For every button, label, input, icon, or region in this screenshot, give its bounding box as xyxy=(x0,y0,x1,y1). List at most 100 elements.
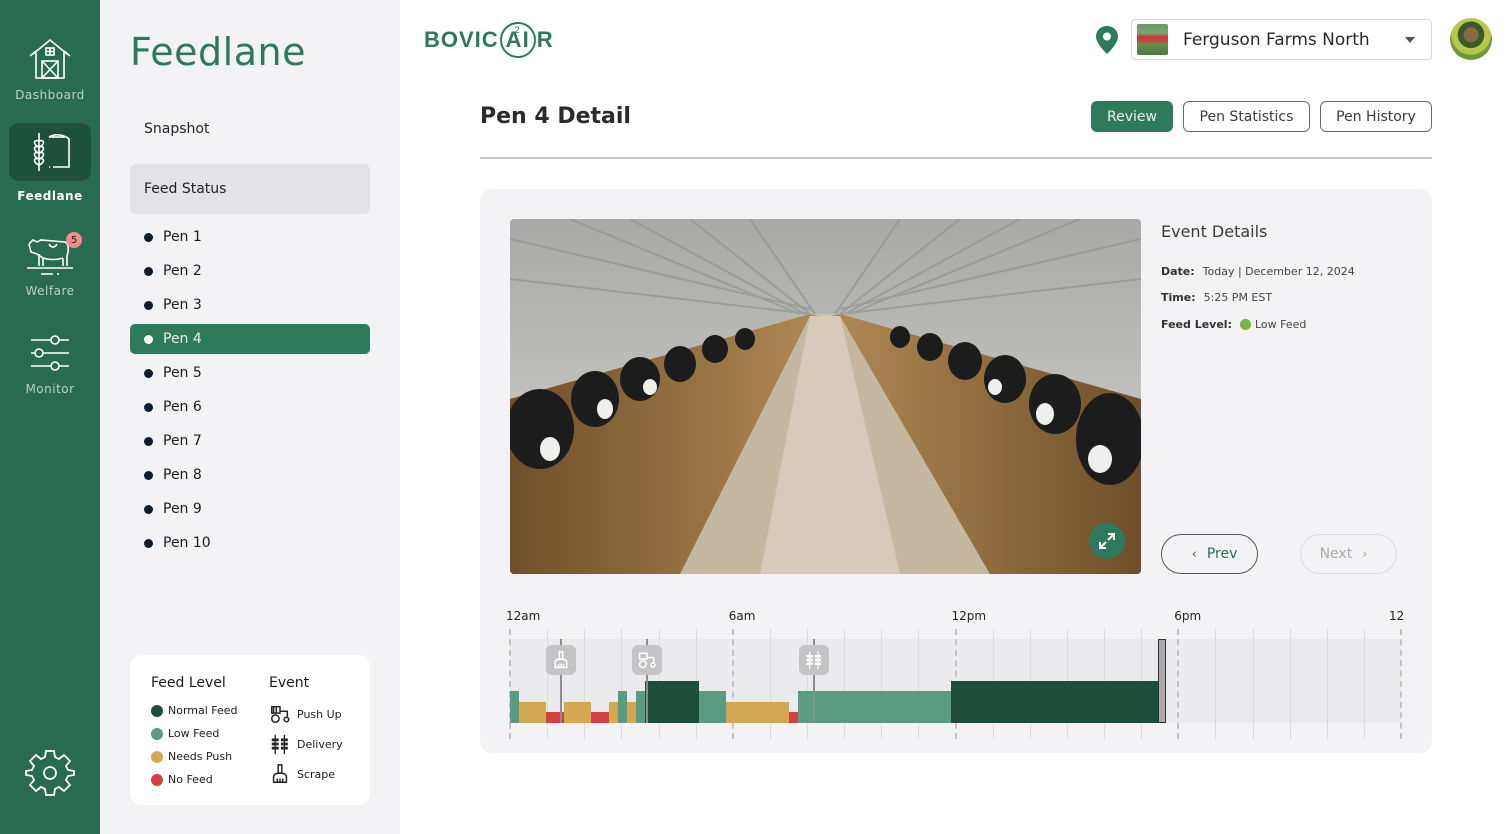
pen-item-4[interactable]: Pen 4 xyxy=(130,324,370,354)
status-dot xyxy=(144,538,153,548)
pen-item-8[interactable]: Pen 8 xyxy=(130,460,370,490)
gear-icon[interactable] xyxy=(25,748,75,798)
tab-pen-statistics[interactable]: Pen Statistics xyxy=(1183,101,1310,132)
feed-segment-push[interactable] xyxy=(609,702,619,723)
timeline-tick-label: 12 xyxy=(1389,609,1405,623)
pen-label: Pen 9 xyxy=(163,501,202,517)
feed-segment-push[interactable] xyxy=(626,702,637,723)
status-dot xyxy=(144,334,153,344)
pen-label: Pen 2 xyxy=(163,263,202,279)
rail-item-monitor[interactable]: Monitor xyxy=(9,322,91,410)
section-title: Feedlane xyxy=(130,30,306,74)
bovicair-logo: BOVIC 2AI R xyxy=(424,20,554,60)
feedlane-camera-image[interactable] xyxy=(510,219,1141,574)
feed-segment-push[interactable] xyxy=(563,702,591,723)
feed-segment-normal[interactable] xyxy=(950,681,1160,723)
nav-link-snapshot[interactable]: Snapshot xyxy=(130,104,370,154)
swatch-push xyxy=(151,750,163,763)
chevron-right-icon: › xyxy=(1362,546,1368,562)
expand-image-button[interactable] xyxy=(1089,523,1125,559)
legend-item-push: Needs Push xyxy=(151,745,269,768)
rail-label: Dashboard xyxy=(15,88,85,102)
timeline-gridline xyxy=(1252,629,1254,739)
feed-level-dot xyxy=(1239,319,1251,330)
next-label: Next xyxy=(1319,546,1353,562)
pen-item-2[interactable]: Pen 2 xyxy=(130,256,370,286)
barn-icon xyxy=(29,38,71,79)
feed-segment-normal[interactable] xyxy=(645,681,699,723)
app-root: Dashboard Feedlane Welfare 5 Monitor Fee… xyxy=(0,0,1512,834)
next-button[interactable]: Next › xyxy=(1300,534,1397,574)
logo-text: BOVIC xyxy=(424,27,499,52)
wheat-icon xyxy=(271,734,288,755)
legend-label: Scrape xyxy=(297,767,336,781)
pen-label: Pen 7 xyxy=(163,433,202,449)
pen-label: Pen 6 xyxy=(163,399,202,415)
pen-label: Pen 8 xyxy=(163,467,202,483)
feed-segment-none[interactable] xyxy=(789,712,799,723)
tractor-icon xyxy=(638,652,656,669)
legend-title: Feed Level xyxy=(151,675,226,691)
timeline-tick-label: 12am xyxy=(506,609,541,623)
feed-segment-low[interactable] xyxy=(698,691,727,723)
pen-item-3[interactable]: Pen 3 xyxy=(130,290,370,320)
pen-item-10[interactable]: Pen 10 xyxy=(130,528,370,558)
rail-item-dashboard[interactable]: Dashboard xyxy=(9,28,91,116)
prev-button[interactable]: ‹ Prev xyxy=(1161,534,1258,574)
wheat-icon xyxy=(806,651,822,670)
farm-thumbnail xyxy=(1137,24,1168,55)
legend-label: No Feed xyxy=(168,773,213,786)
event-time: Time: 5:25 PM EST xyxy=(1161,291,1272,304)
feed-icon xyxy=(33,133,70,171)
rail-item-feedlane[interactable]: Feedlane xyxy=(9,123,91,203)
pen-item-9[interactable]: Pen 9 xyxy=(130,494,370,524)
feed-level-value: Low Feed xyxy=(1254,318,1307,331)
feed-segment-low[interactable] xyxy=(636,691,646,723)
pen-item-7[interactable]: Pen 7 xyxy=(130,426,370,456)
event-marker-scrape[interactable] xyxy=(545,645,576,675)
legend-label: Low Feed xyxy=(168,727,220,740)
timeline-gridline xyxy=(1289,629,1291,739)
timeline-tick-label: 6am xyxy=(728,609,756,623)
feed-segment-low[interactable] xyxy=(618,691,627,723)
legend-item-none: No Feed xyxy=(151,768,269,791)
swatch-none xyxy=(151,773,163,786)
timeline-scrubber-handle[interactable] xyxy=(1157,639,1166,723)
timeline-gridline xyxy=(1363,629,1365,739)
status-dot xyxy=(144,368,153,378)
main-rail: Dashboard Feedlane Welfare 5 Monitor xyxy=(0,0,100,834)
feed-segment-push[interactable] xyxy=(726,702,790,723)
tab-review[interactable]: Review xyxy=(1091,101,1173,132)
broom-icon xyxy=(554,650,568,669)
date-value: Today | December 12, 2024 xyxy=(1202,265,1355,278)
swatch-low xyxy=(151,727,163,740)
pen-label: Pen 4 xyxy=(163,331,202,347)
rail-label: Feedlane xyxy=(17,189,83,203)
feed-segment-low[interactable] xyxy=(798,691,951,723)
legend-item-low: Low Feed xyxy=(151,722,269,745)
status-dot xyxy=(144,436,153,446)
event-marker-pushup[interactable] xyxy=(631,645,662,675)
rail-label: Monitor xyxy=(25,382,75,396)
timeline-tick-label: 6pm xyxy=(1174,609,1202,623)
event-details-title: Event Details xyxy=(1161,222,1268,241)
nav-link-feed-status[interactable]: Feed Status xyxy=(130,164,370,214)
feed-segment-low[interactable] xyxy=(510,691,520,723)
pen-detail-card: Event Details Date: Today | December 12, … xyxy=(480,189,1432,753)
user-avatar[interactable] xyxy=(1450,18,1492,60)
event-marker-delivery[interactable] xyxy=(799,645,830,675)
pen-item-6[interactable]: Pen 6 xyxy=(130,392,370,422)
legend-title: Event xyxy=(269,675,310,691)
tab-pen-history[interactable]: Pen History xyxy=(1320,101,1432,132)
pen-item-5[interactable]: Pen 5 xyxy=(130,358,370,388)
feed-segment-none[interactable] xyxy=(590,712,610,723)
legend-label: Needs Push xyxy=(168,750,233,763)
feed-segment-push[interactable] xyxy=(519,702,546,723)
farm-selector[interactable]: Ferguson Farms North xyxy=(1131,19,1432,60)
feed-level-label: Feed Level: xyxy=(1161,318,1232,331)
chevron-down-icon xyxy=(1405,36,1415,43)
pen-item-1[interactable]: Pen 1 xyxy=(130,222,370,252)
swatch-normal xyxy=(151,704,163,717)
page-title: Pen 4 Detail xyxy=(480,104,631,129)
rail-label: Welfare xyxy=(25,284,75,298)
